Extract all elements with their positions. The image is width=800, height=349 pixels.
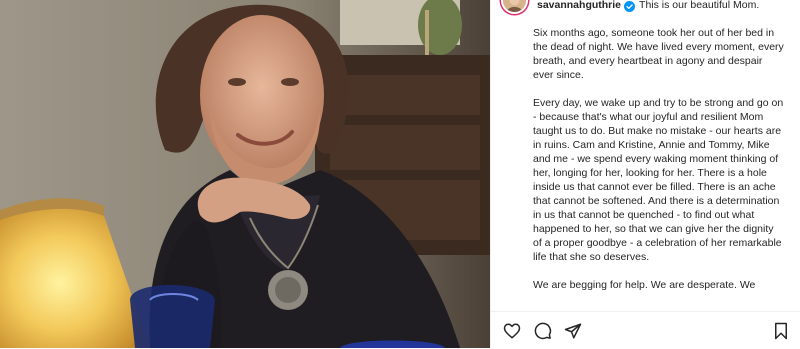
post-action-bar (491, 311, 800, 349)
caption-first-line: This is our beautiful Mom. (639, 0, 760, 11)
verified-badge-icon (624, 0, 636, 12)
post-photo[interactable] (0, 0, 490, 348)
caption-paragraph: Every day, we wake up and try to be stro… (533, 97, 784, 263)
avatar[interactable] (501, 0, 528, 14)
comment-icon[interactable] (534, 322, 552, 340)
caption-paragraph: Six months ago, someone took her out of … (533, 27, 784, 81)
caption-text: Six months ago, someone took her out of … (533, 26, 785, 312)
instagram-post: savannahguthrie This is our beautiful Mo… (0, 0, 800, 349)
heart-icon[interactable] (503, 322, 521, 340)
photo-of-woman (0, 0, 490, 348)
caption-paragraph: We are begging for help. We are desperat… (533, 279, 756, 291)
paper-plane-icon[interactable] (564, 322, 582, 340)
post-header: savannahguthrie This is our beautiful Mo… (501, 0, 800, 14)
username[interactable]: savannahguthrie (537, 0, 621, 11)
post-side-panel: savannahguthrie This is our beautiful Mo… (490, 0, 800, 349)
bookmark-icon[interactable] (772, 322, 790, 340)
